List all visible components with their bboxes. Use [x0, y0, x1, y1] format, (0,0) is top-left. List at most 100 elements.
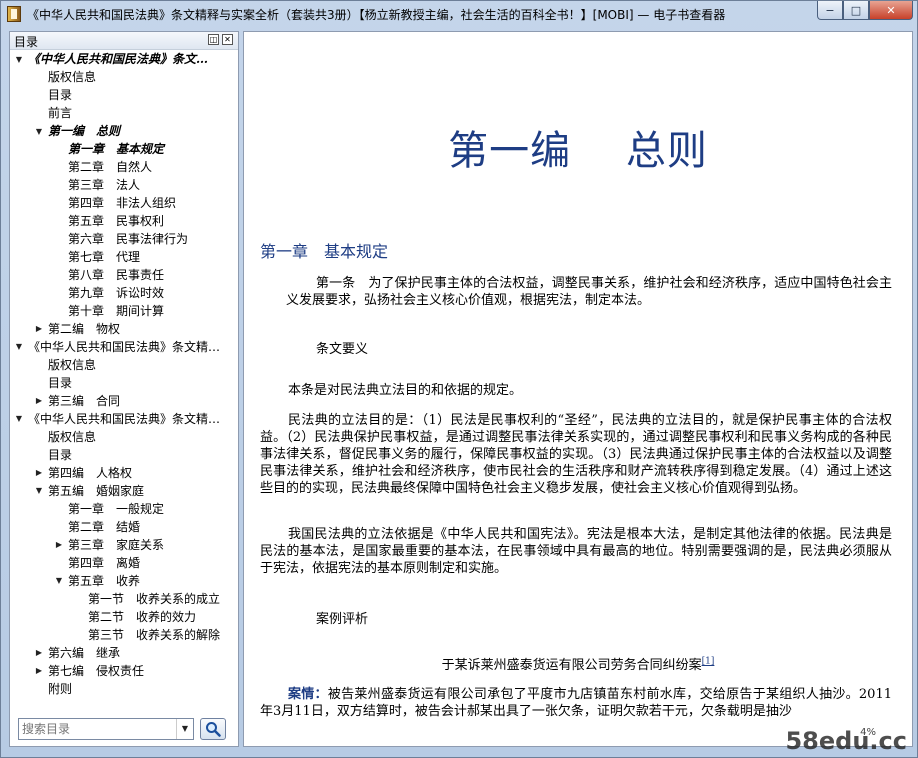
toc-item[interactable]: ▼ 第五章 收养 [54, 572, 140, 590]
toc-item-label: 第二章 结婚 [68, 520, 141, 534]
toc-item-label: 版权信息 [48, 430, 97, 444]
toc-item-label: 第二节 收养的效力 [88, 610, 197, 624]
toc-item[interactable]: 附则 [34, 680, 72, 698]
toc-item[interactable]: 第一章 一般规定 [54, 500, 164, 518]
toc-item[interactable]: ▼ 《中华人民共和国民法典》条文精… [14, 410, 220, 428]
undock-icon[interactable]: ◫ [208, 34, 219, 45]
search-icon [206, 722, 221, 737]
toc-item-label: 第六编 继承 [48, 646, 121, 660]
toc-item[interactable]: 第九章 诉讼时效 [54, 284, 164, 302]
paragraph-3: 我国民法典的立法依据是《中华人民共和国宪法》。宪法是根本大法，是制定其他法律的依… [260, 527, 892, 576]
toc-pane-header: 目录 ◫ ✕ [10, 32, 238, 50]
toc-item[interactable]: 第一节 收养关系的成立 [74, 590, 220, 608]
collapse-arrow-icon[interactable]: ▶ [54, 536, 64, 554]
toc-item-label: 第四章 非法人组织 [68, 196, 177, 210]
window-title: 《中华人民共和国民法典》条文精释与实案全析（套装共3册）【杨立新教授主编，社会生… [27, 8, 726, 22]
toc-item[interactable]: 版权信息 [34, 356, 96, 374]
toc-item[interactable]: 第三节 收养关系的解除 [74, 626, 220, 644]
close-pane-icon[interactable]: ✕ [222, 34, 233, 45]
expand-arrow-icon[interactable]: ▼ [34, 122, 44, 140]
toc-item[interactable]: 版权信息 [34, 68, 96, 86]
toc-item-label: 第七编 侵权责任 [48, 664, 145, 678]
collapse-arrow-icon[interactable]: ▶ [34, 320, 44, 338]
toc-item-label: 第一节 收养关系的成立 [88, 592, 221, 606]
toc-item[interactable]: ▶ 第七编 侵权责任 [34, 662, 144, 680]
toc-item[interactable]: 目录 [34, 374, 72, 392]
close-button[interactable]: ✕ [869, 1, 913, 20]
toc-item-label: 第六章 民事法律行为 [68, 232, 189, 246]
minimize-button[interactable]: − [817, 1, 843, 20]
toc-item-label: 《中华人民共和国民法典》条文精… [28, 340, 221, 354]
toc-item-label: 第一章 一般规定 [68, 502, 165, 516]
toc-item[interactable]: 第一章 基本规定 [54, 140, 164, 158]
collapse-arrow-icon[interactable]: ▶ [34, 464, 44, 482]
toc-item[interactable]: ▼ 第五编 婚姻家庭 [34, 482, 144, 500]
toc-item[interactable]: 版权信息 [34, 428, 96, 446]
toc-item[interactable]: ▶ 第三编 合同 [34, 392, 120, 410]
toc-pane-title: 目录 [14, 35, 39, 49]
toc-item-label: 《中华人民共和国民法典》条文精… [28, 412, 221, 426]
title-bar[interactable]: 《中华人民共和国民法典》条文精释与实案全析（套装共3册）【杨立新教授主编，社会生… [1, 1, 917, 27]
toc-item-label: 《中华人民共和国民法典》条文… [28, 52, 209, 66]
toc-item[interactable]: ▼ 《中华人民共和国民法典》条文精… [14, 338, 220, 356]
toc-item[interactable]: 目录 [34, 446, 72, 464]
toc-item-label: 版权信息 [48, 358, 97, 372]
toc-item[interactable]: 第三章 法人 [54, 176, 140, 194]
collapse-arrow-icon[interactable]: ▶ [34, 644, 44, 662]
toc-item-label: 版权信息 [48, 70, 97, 84]
toc-search-box[interactable]: ▼ [18, 718, 194, 740]
toc-item-label: 第三节 收养关系的解除 [88, 628, 221, 642]
toc-search-button[interactable] [200, 718, 226, 740]
toc-item[interactable]: ▼ 《中华人民共和国民法典》条文… [14, 50, 208, 68]
toc-item[interactable]: 目录 [34, 86, 72, 104]
toc-item-label: 前言 [48, 106, 73, 120]
maximize-button[interactable]: □ [843, 1, 869, 20]
toc-item-label: 第五章 民事权利 [68, 214, 165, 228]
paragraph-2: 民法典的立法目的是：（1）民法是民事权利的“圣经”，民法典的立法目的，就是保护民… [260, 413, 892, 496]
toc-item-label: 第九章 诉讼时效 [68, 286, 165, 300]
toc-item[interactable]: 第十章 期间计算 [54, 302, 164, 320]
expand-arrow-icon[interactable]: ▼ [54, 572, 64, 590]
toc-item-label: 第七章 代理 [68, 250, 141, 264]
toc-search-input[interactable] [22, 721, 172, 737]
collapse-arrow-icon[interactable]: ▶ [34, 392, 44, 410]
toc-item[interactable]: 第五章 民事权利 [54, 212, 164, 230]
toc-item-label: 第二章 自然人 [68, 160, 153, 174]
toc-item-label: 附则 [48, 682, 73, 696]
toc-item-label: 第二编 物权 [48, 322, 121, 336]
part-title: 第一编 总则 [448, 128, 708, 174]
toc-item[interactable]: 前言 [34, 104, 72, 122]
gist-heading: 条文要义 [316, 342, 369, 357]
toc-item-label: 第一编 总则 [48, 124, 121, 138]
book-app-icon [7, 6, 21, 22]
paragraph-1: 本条是对民法典立法目的和依据的规定。 [288, 383, 523, 398]
book-content-view[interactable]: 第一编 总则 第一章 基本规定 第一条 为了保护民事主体的合法权益，调整民事关系… [243, 31, 913, 747]
toc-item[interactable]: 第二章 自然人 [54, 158, 152, 176]
toc-item-label: 第三编 合同 [48, 394, 121, 408]
toc-item[interactable]: 第二章 结婚 [54, 518, 140, 536]
toc-item[interactable]: 第二节 收养的效力 [74, 608, 196, 626]
expand-arrow-icon[interactable]: ▼ [14, 338, 24, 356]
toc-item[interactable]: 第八章 民事责任 [54, 266, 164, 284]
toc-item[interactable]: ▶ 第六编 继承 [34, 644, 120, 662]
toc-item-label: 第四章 离婚 [68, 556, 141, 570]
toc-tree[interactable]: ▼ 《中华人民共和国民法典》条文… 版权信息 目录 前言 ▼ 第一编 总则 第一章 基本规定第… [10, 50, 238, 710]
toc-item[interactable]: 第六章 民事法律行为 [54, 230, 188, 248]
expand-arrow-icon[interactable]: ▼ [34, 482, 44, 500]
toc-item[interactable]: 第七章 代理 [54, 248, 140, 266]
toc-item-label: 第四编 人格权 [48, 466, 133, 480]
toc-item[interactable]: ▶ 第四编 人格权 [34, 464, 132, 482]
collapse-arrow-icon[interactable]: ▶ [34, 662, 44, 680]
toc-item[interactable]: ▼ 第一编 总则 [34, 122, 120, 140]
site-watermark: 58edu.cc [785, 727, 907, 755]
toc-item[interactable]: 第四章 非法人组织 [54, 194, 176, 212]
expand-arrow-icon[interactable]: ▼ [14, 410, 24, 428]
toc-item[interactable]: ▶ 第三章 家庭关系 [54, 536, 164, 554]
expand-arrow-icon[interactable]: ▼ [14, 50, 24, 68]
app-window: 《中华人民共和国民法典》条文精释与实案全析（套装共3册）【杨立新教授主编，社会生… [0, 0, 918, 758]
toc-item[interactable]: ▶ 第二编 物权 [34, 320, 120, 338]
chevron-down-icon[interactable]: ▼ [176, 719, 193, 739]
toc-item[interactable]: 第四章 离婚 [54, 554, 140, 572]
case-text: 被告莱州盛泰货运有限公司承包了平度市九店镇苗东村前水库，交给原告于某组织人抽沙。… [260, 687, 892, 719]
footnote-link[interactable]: [1] [702, 657, 715, 667]
